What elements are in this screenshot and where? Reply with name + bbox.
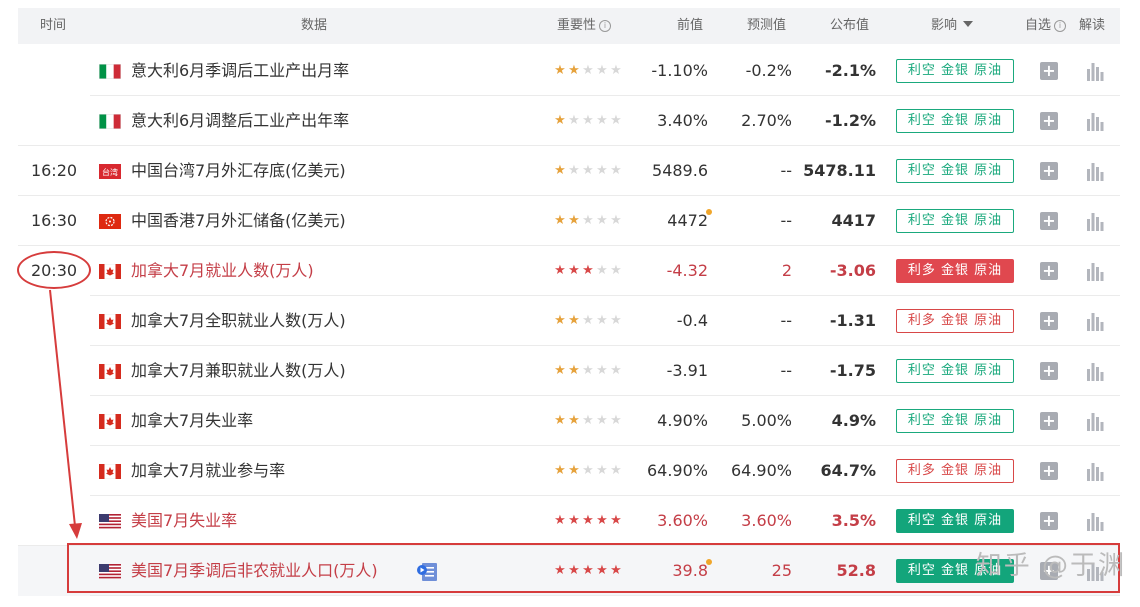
- watermark: 知乎 @于渊: [975, 551, 1126, 581]
- highlight-box: [67, 543, 1120, 593]
- annotation-arrow: [49, 289, 82, 539]
